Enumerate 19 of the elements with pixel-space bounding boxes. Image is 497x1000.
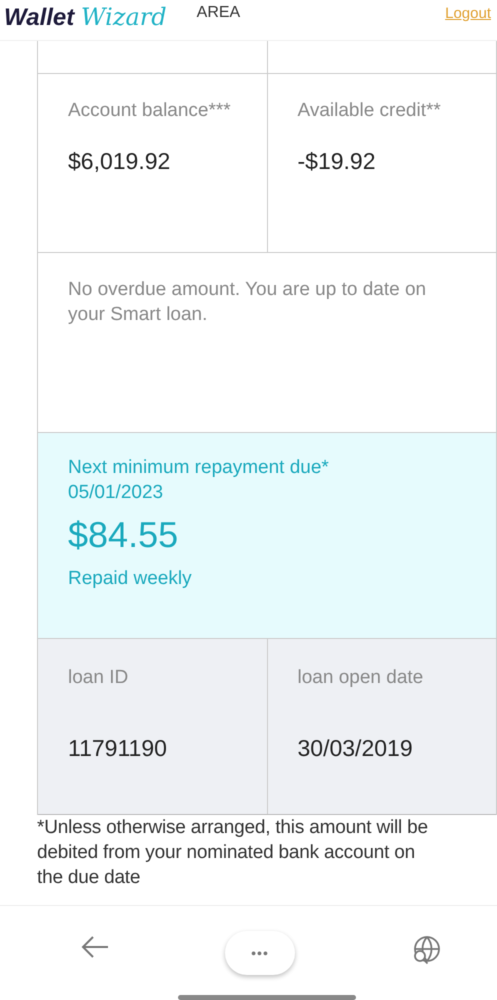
loan-label: loan ID [68, 666, 130, 690]
repayment-frequency: Repaid weekly [68, 568, 193, 590]
repayment-date: 05/01/2023 [68, 481, 164, 505]
loan-value: 30/03/2019 [298, 735, 414, 762]
logout-link[interactable]: Logout [445, 5, 491, 22]
loan-value: 11791190 [68, 735, 168, 762]
back-arrow-icon[interactable] [80, 935, 110, 959]
summary-label: Available credit** [298, 99, 442, 123]
overdue-note: No overdue amount. You are up to date on your Smart loan. [68, 278, 428, 327]
repayment-amount: $84.55 [68, 514, 180, 556]
footnote: *Unless otherwise arranged, this amount will be debited from your nominated bank account on the due date [37, 816, 429, 890]
summary-value: -$19.92 [298, 148, 377, 175]
loan-label: loan open date [298, 666, 424, 690]
more-button[interactable]: ••• [225, 931, 295, 975]
summary-value: $6,019.92 [68, 148, 172, 175]
repayment-title: Next minimum repayment due* [68, 456, 330, 480]
members-area-label: AREA [196, 4, 240, 22]
summary-label: Account balance*** [68, 99, 232, 123]
logo: Wallet Wizard [4, 3, 167, 32]
